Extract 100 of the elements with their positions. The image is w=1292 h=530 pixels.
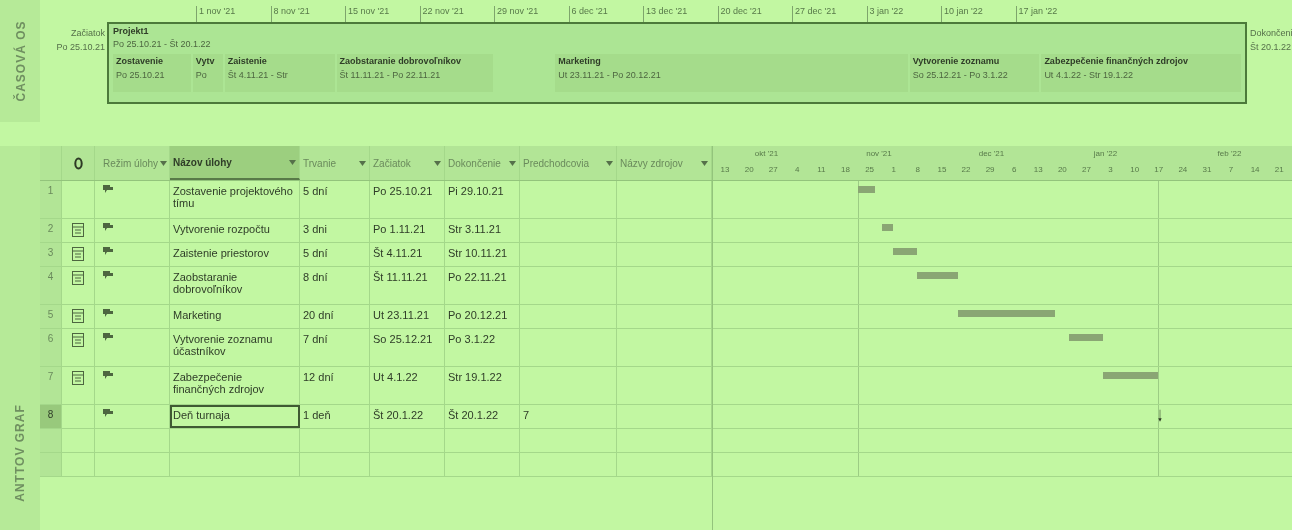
week-label: 11 — [816, 165, 827, 174]
week-label: 6 — [1010, 165, 1018, 174]
week-label: 21 — [1273, 165, 1285, 174]
project-name: Projekt1 — [113, 26, 150, 36]
week-label: 25 — [864, 165, 876, 174]
start-label: Začiatok — [71, 28, 105, 38]
table-cell: Št 20.1.22 — [370, 405, 445, 428]
month-label: jan '22 — [1092, 149, 1119, 158]
table-cell: 7 — [523, 409, 530, 421]
dropdown-icon[interactable] — [606, 160, 613, 166]
task-bar[interactable] — [916, 272, 959, 279]
month-label: okt '21 — [753, 149, 780, 158]
start-date: Po 25.10.21 — [56, 42, 105, 52]
table-cell: 5 dní — [300, 181, 370, 218]
week-label: 10 — [1129, 165, 1141, 174]
pin-icon — [103, 271, 113, 279]
table-cell: 1 deň — [300, 405, 370, 428]
task-name[interactable]: Zabezpečenie finančných zdrojov — [170, 367, 300, 404]
week-label: 1 — [890, 165, 897, 174]
finish-label: Dokončeni — [1250, 28, 1292, 38]
week-label: 20 — [1056, 165, 1068, 174]
timeline-task[interactable]: Marketing Ut 23.11.21 - Po 20.12.21 — [555, 54, 908, 92]
table-cell: Pi 29.10.21 — [445, 181, 520, 218]
timeline-task[interactable]: Vytvorenie zoznamu So 25.12.21 - Po 3.1.22 — [909, 54, 1040, 92]
week-label: 7 — [1227, 165, 1235, 174]
table-cell: Ut 4.1.22 — [370, 367, 445, 404]
task-name[interactable]: Vytvorenie zoznamu účastníkov — [170, 329, 300, 366]
timeline-task[interactable]: Vytv Po — [192, 54, 223, 92]
week-label: 13 — [1032, 165, 1044, 174]
row-header[interactable] — [40, 429, 62, 452]
week-label: 24 — [1177, 165, 1189, 174]
month-label: dec '21 — [977, 149, 1006, 158]
week-label: 22 — [960, 165, 972, 174]
table-cell: Po 1.11.21 — [370, 219, 445, 242]
pin-icon — [103, 247, 113, 255]
column-header[interactable]: Názov úlohy — [170, 146, 300, 180]
week-label: 29 — [984, 165, 996, 174]
timeline-bar[interactable] — [107, 22, 1247, 104]
week-label: 17 — [1153, 165, 1165, 174]
pin-icon — [103, 371, 113, 379]
table-cell: 3 dni — [300, 219, 370, 242]
month-label: nov '21 — [865, 149, 893, 158]
row-number[interactable]: 8 — [40, 405, 62, 428]
table-cell: Št 11.11.21 — [370, 267, 445, 304]
table-cell: Po 20.12.21 — [445, 305, 520, 328]
table-cell: Str 10.11.21 — [445, 243, 520, 266]
task-bar[interactable] — [1068, 334, 1104, 341]
task-name[interactable]: Marketing — [170, 305, 300, 328]
info-icon — [73, 156, 83, 170]
timeline-task[interactable]: Zaistenie Št 4.11.21 - Str — [224, 54, 335, 92]
dropdown-icon[interactable] — [434, 160, 441, 166]
table-cell: 7 dní — [300, 329, 370, 366]
timeline-label: ČASOVÁ OS — [13, 20, 27, 102]
week-label: 31 — [1201, 165, 1213, 174]
month-label: feb '22 — [1216, 149, 1243, 158]
week-label: 8 — [914, 165, 921, 174]
timeline-task[interactable]: Zabezpečenie finančných zdrojov Ut 4.1.22 - Str 19.1.22 — [1041, 54, 1241, 92]
timeline-task[interactable]: Zostavenie Po 25.10.21 — [113, 54, 191, 92]
task-name[interactable]: Zaobstaranie dobrovoľníkov — [170, 267, 300, 304]
table-cell: Ut 23.11.21 — [370, 305, 445, 328]
dropdown-icon[interactable] — [289, 159, 296, 165]
week-label: 18 — [840, 165, 851, 174]
week-label: 3 — [1107, 165, 1114, 174]
row-header[interactable] — [40, 453, 62, 476]
dropdown-icon[interactable] — [359, 160, 366, 166]
dropdown-icon[interactable] — [160, 160, 168, 166]
table-cell: 20 dní — [300, 305, 370, 328]
pin-icon — [103, 309, 113, 317]
task-name[interactable]: Deň turnaja — [170, 405, 300, 428]
task-bar[interactable] — [892, 248, 917, 255]
table-cell: Po 22.11.21 — [445, 267, 520, 304]
task-bar[interactable] — [858, 186, 876, 193]
week-label: 14 — [1249, 165, 1261, 174]
dropdown-icon[interactable] — [509, 160, 516, 166]
table-cell: So 25.12.21 — [370, 329, 445, 366]
finish-date: Št 20.1.22 — [1250, 42, 1292, 52]
timeline-task[interactable]: Zaobstaranie dobrovoľníkov Št 11.11.21 - Po 22.11.21 — [336, 54, 494, 92]
week-label: 13 — [719, 165, 731, 174]
task-name[interactable]: Zostavenie projektového tímu — [170, 181, 300, 218]
gantt-chart-label: ANTTOV GRAF — [13, 404, 27, 502]
week-label: 27 — [1081, 165, 1092, 174]
dropdown-icon[interactable] — [701, 160, 708, 166]
table-cell: 12 dní — [300, 367, 370, 404]
table-cell: Po 3.1.22 — [445, 329, 520, 366]
table-cell: Po 25.10.21 — [370, 181, 445, 218]
task-name[interactable]: Vytvorenie rozpočtu — [170, 219, 300, 242]
week-label: 15 — [936, 165, 948, 174]
pin-icon — [103, 185, 113, 193]
week-label: 20 — [743, 165, 755, 174]
pin-icon — [103, 409, 113, 417]
task-name[interactable]: Zaistenie priestorov — [170, 243, 300, 266]
table-cell: Str 3.11.21 — [445, 219, 520, 242]
table-cell: Str 19.1.22 — [445, 367, 520, 404]
project-dates: Po 25.10.21 - Št 20.1.22 — [113, 39, 212, 49]
week-label: 27 — [767, 165, 779, 174]
week-label: 4 — [794, 165, 801, 174]
pin-icon — [103, 223, 113, 231]
table-cell: Št 4.11.21 — [370, 243, 445, 266]
pin-icon — [103, 333, 113, 341]
table-cell: Št 20.1.22 — [445, 405, 520, 428]
